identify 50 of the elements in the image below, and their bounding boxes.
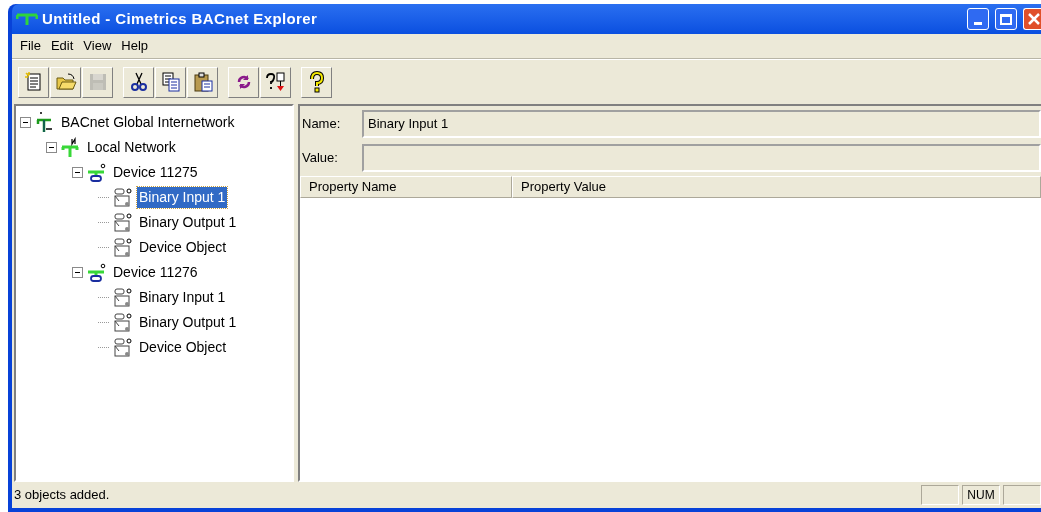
object-icon	[112, 211, 134, 234]
collapse-toggle[interactable]	[72, 267, 83, 278]
window-title: Untitled - Cimetrics BACnet Explorer	[42, 8, 318, 29]
toolbar-button[interactable]	[187, 66, 218, 98]
toolbar-button[interactable]	[228, 66, 259, 98]
menu-item[interactable]: Help	[116, 36, 154, 56]
clipboard-icon	[191, 71, 214, 93]
tree-item[interactable]: Device Object	[137, 337, 229, 358]
num-lock-indicator: NUM	[962, 485, 1000, 505]
network-icon	[60, 136, 82, 159]
device-icon	[86, 261, 108, 284]
close-button[interactable]	[1023, 8, 1041, 30]
tree-item[interactable]: Device 11275	[111, 162, 200, 183]
status-pane	[1003, 485, 1041, 505]
tree-item[interactable]: Binary Output 1	[137, 212, 239, 233]
name-field[interactable]: Binary Input 1	[362, 110, 1041, 138]
collapse-toggle[interactable]	[72, 167, 83, 178]
tree-item[interactable]: Binary Input 1	[137, 187, 228, 208]
object-icon	[112, 311, 134, 334]
maximize-button[interactable]	[995, 8, 1017, 30]
object-icon	[112, 336, 134, 359]
app-icon	[16, 13, 38, 25]
device-icon	[86, 161, 108, 184]
minimize-button[interactable]	[967, 8, 989, 30]
menu-item[interactable]: File	[15, 36, 46, 56]
collapse-toggle[interactable]	[46, 142, 57, 153]
tree-item[interactable]: BACnet Global Internetwork	[59, 112, 237, 133]
copy-icon	[159, 71, 182, 93]
object-icon	[112, 286, 134, 309]
query-device-icon	[264, 71, 287, 93]
toolbar-button[interactable]	[123, 66, 154, 98]
status-message: 3 objects added.	[14, 486, 111, 505]
collapse-toggle[interactable]	[20, 117, 31, 128]
column-header[interactable]: Property Value	[512, 176, 1041, 198]
tree-item[interactable]: Device Object	[137, 237, 229, 258]
status-pane	[921, 485, 959, 505]
column-header[interactable]: Property Name	[300, 176, 512, 198]
tree-item[interactable]: Binary Input 1	[137, 287, 228, 308]
tree-item[interactable]: Binary Output 1	[137, 312, 239, 333]
field-label: Name:	[302, 115, 342, 134]
field-label: Value:	[302, 149, 339, 168]
menu-item[interactable]: View	[78, 36, 117, 56]
toolbar-button[interactable]	[260, 66, 291, 98]
help-button[interactable]	[301, 66, 332, 98]
object-icon	[112, 236, 134, 259]
folder-icon	[54, 71, 77, 93]
tree-item[interactable]: Local Network	[85, 137, 178, 158]
tree-item[interactable]: Device 11276	[111, 262, 200, 283]
menu-item[interactable]: Edit	[45, 36, 79, 56]
object-icon	[112, 186, 134, 209]
